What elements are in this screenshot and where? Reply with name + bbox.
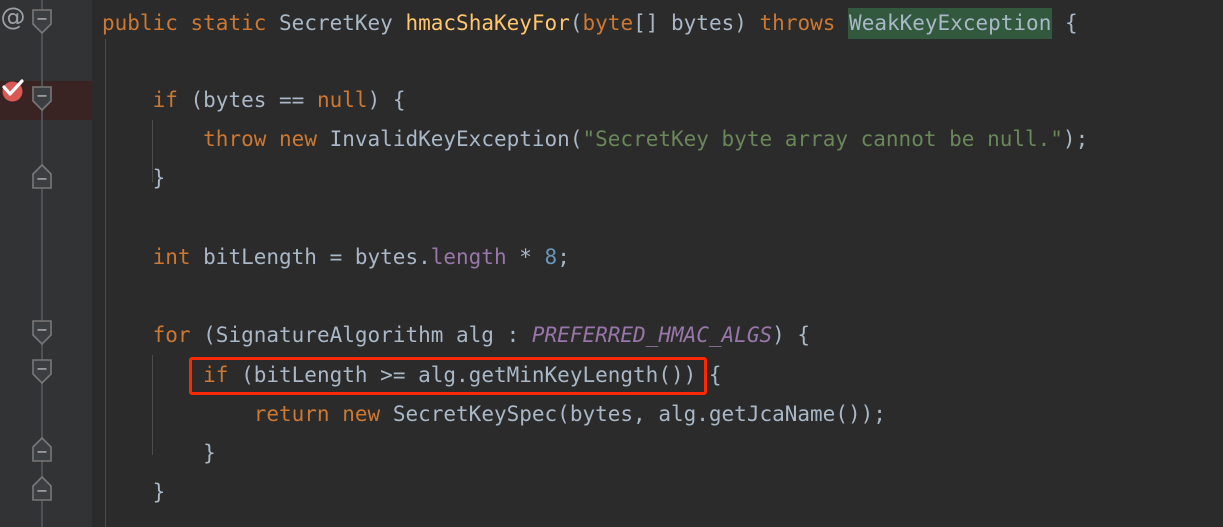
code-line-3[interactable]: throw new InvalidKeyException("SecretKey… — [102, 120, 1088, 159]
token-keyword-if: if — [152, 88, 178, 112]
token-keyword-public: public — [102, 11, 178, 35]
code-line-8[interactable]: for (SignatureAlgorithm alg : PREFERRED_… — [102, 316, 810, 355]
token-close-brace: } — [152, 480, 166, 504]
token-usage-highlight-weakkeyexception: WeakKeyException — [848, 8, 1053, 39]
token-brace: { — [1052, 11, 1078, 35]
token-keyword-return: return — [253, 402, 330, 426]
token-keyword-for: for — [152, 323, 191, 347]
token-keyword-new: new — [279, 127, 317, 151]
code-line-1[interactable]: public static SecretKey hmacShaKeyFor(by… — [102, 4, 1078, 43]
editor-gutter[interactable]: @ — [0, 0, 92, 527]
token-keyword-new: new — [342, 402, 381, 426]
token-keyword-static: static — [190, 11, 267, 35]
token-operator-eq: == — [279, 88, 305, 112]
token-field-length: length — [430, 245, 507, 269]
token-keyword-null: null — [316, 88, 368, 112]
token-expr: (bitLength >= alg.getMinKeyLength()) { — [228, 363, 722, 387]
token-close-brace: } — [152, 166, 166, 190]
token-keyword-if: if — [203, 363, 229, 387]
fold-marker-line-11[interactable] — [30, 436, 54, 466]
token-keyword-throws: throws — [759, 11, 836, 35]
fold-marker-line-1[interactable] — [30, 8, 54, 38]
token-keyword-int: int — [152, 245, 191, 269]
token-number-8: 8 — [544, 245, 558, 269]
token-string-literal: "SecretKey byte array cannot be null." — [582, 127, 1063, 151]
fold-marker-line-4[interactable] — [30, 163, 54, 193]
token-brace: ) { — [772, 323, 811, 347]
code-line-4[interactable]: } — [102, 159, 166, 198]
run-test-icon[interactable] — [1, 79, 24, 102]
annotation-at-icon[interactable]: @ — [0, 3, 26, 31]
token-static-field-preferred-hmac-algs: PREFERRED_HMAC_ALGS — [531, 323, 773, 347]
fold-marker-line-12[interactable] — [30, 475, 54, 505]
token-type-secretkeyspec: SecretKeySpec(bytes, alg.getJcaName()); — [380, 402, 886, 426]
token-params: [] bytes) — [633, 11, 760, 35]
token-paren: ( — [569, 11, 583, 35]
code-line-6[interactable]: int bitLength = bytes.length * 8; — [102, 238, 570, 277]
fold-marker-line-8[interactable] — [30, 319, 54, 349]
token-type-secretkey: SecretKey — [279, 11, 393, 35]
code-line-10[interactable]: return new SecretKeySpec(bytes, alg.getJ… — [102, 395, 886, 434]
token-expr: bitLength = bytes. — [190, 245, 431, 269]
fold-marker-line-9[interactable] — [30, 358, 54, 388]
token-operator-mul: * — [506, 245, 545, 269]
code-line-9[interactable]: if (bitLength >= alg.getMinKeyLength()) … — [102, 356, 722, 395]
token-semicolon: ; — [557, 245, 570, 269]
token-expr: (SignatureAlgorithm alg : — [190, 323, 532, 347]
token-close-brace: } — [203, 441, 216, 465]
code-line-11[interactable]: } — [102, 434, 216, 473]
code-line-2[interactable]: if (bytes == null) { — [102, 81, 406, 120]
token-brace: ) { — [367, 88, 406, 112]
token-keyword-byte: byte — [582, 11, 634, 35]
code-editor[interactable]: @ public static SecretKey hmacShaKeyFor(… — [0, 0, 1223, 527]
token-keyword-throw: throw — [203, 127, 267, 151]
code-content[interactable]: public static SecretKey hmacShaKeyFor(by… — [92, 0, 1223, 527]
code-line-12[interactable]: } — [102, 473, 166, 512]
token-type-invalidkeyexception: InvalidKeyException( — [316, 127, 583, 151]
fold-marker-line-2[interactable] — [30, 85, 54, 115]
token-semicolon: ); — [1062, 127, 1089, 151]
token-method-hmacshakeyfor: hmacShaKeyFor — [405, 11, 570, 35]
token-expr: (bytes — [177, 88, 280, 112]
